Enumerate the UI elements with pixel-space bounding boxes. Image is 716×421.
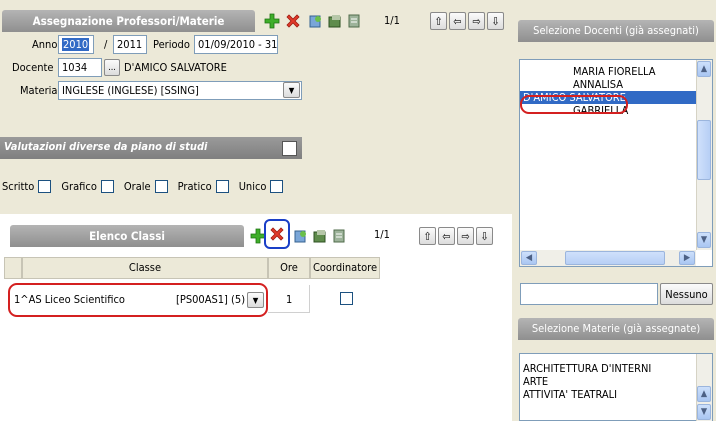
anno-separator: / (104, 38, 108, 51)
docenti-scroll-down-button[interactable]: ▼ (697, 232, 711, 248)
orale-checkbox[interactable] (154, 179, 168, 193)
ore-cell-border (268, 285, 310, 313)
docente-label: Docente (12, 61, 54, 74)
classi-nav-left-button[interactable]: ⇦ (438, 227, 455, 245)
docente-highlight (520, 95, 628, 114)
scritto-checkbox[interactable] (38, 179, 52, 193)
pratico-label: Pratico (177, 179, 212, 193)
docente-name: D'AMICO SALVATORE (124, 61, 227, 74)
col-classe-header[interactable]: Classe (22, 257, 268, 279)
stack-icon[interactable] (344, 11, 364, 31)
add-icon[interactable] (262, 11, 282, 31)
group-icon[interactable] (325, 11, 345, 31)
anno-from-value: 2010 (62, 38, 90, 51)
list-item[interactable]: MARIA FIORELLA (520, 65, 712, 78)
materie-scroll-down-button[interactable]: ▼ (697, 404, 711, 420)
list-item[interactable]: ARTE (520, 375, 712, 388)
docenti-scroll-up-button[interactable]: ▲ (697, 61, 711, 77)
checks-row: Scritto Grafico Orale Pratico Unico (0, 177, 300, 195)
pratico-checkbox[interactable] (215, 179, 229, 193)
docente-item-0-label: MARIA FIORELLA (573, 65, 656, 78)
classi-title: Elenco Classi (10, 225, 244, 247)
coordinatore-checkbox[interactable] (340, 292, 353, 305)
classi-delete-icon[interactable] (267, 224, 287, 244)
valutazioni-checkbox[interactable] (282, 141, 297, 156)
record-nav: 1/1 (384, 14, 400, 27)
list-item[interactable]: ATTIVITA' TEATRALI (520, 388, 712, 401)
delete-icon[interactable] (283, 11, 303, 31)
orale-label: Orale (123, 179, 151, 193)
docenti-hscroll-thumb[interactable] (565, 251, 665, 265)
grafico-checkbox[interactable] (100, 179, 114, 193)
classi-nav-right-button[interactable]: ⇨ (457, 227, 474, 245)
classi-nav-up-button[interactable]: ⇧ (419, 227, 436, 245)
assegnazione-title: Assegnazione Professori/Materie (2, 10, 255, 32)
docente-browse-button[interactable]: ... (104, 59, 120, 76)
grafico-label: Grafico (61, 179, 97, 193)
classi-nav-down-button[interactable]: ⇩ (476, 227, 493, 245)
docenti-filter-input[interactable] (520, 283, 658, 305)
docenti-scroll-thumb[interactable] (697, 120, 711, 180)
docenti-scroll-right-button[interactable]: ▶ (679, 251, 695, 265)
unico-label: Unico (238, 179, 267, 193)
nav-up-button[interactable]: ⇧ (430, 12, 447, 30)
materie-list[interactable]: ARCHITETTURA D'INTERNI ARTE ATTIVITA' TE… (519, 353, 713, 421)
list-item[interactable]: ARCHITETTURA D'INTERNI (520, 362, 712, 375)
materia-select[interactable]: INGLESE (INGLESE) [SSING] (58, 81, 302, 100)
unico-checkbox[interactable] (270, 179, 284, 193)
docenti-scroll-left-button[interactable]: ◀ (521, 251, 537, 265)
grid-corner (4, 257, 22, 279)
materie-title: Selezione Materie (già assegnate) (518, 318, 714, 340)
nav-left-button[interactable]: ⇦ (449, 12, 466, 30)
materia-label: Materia (20, 84, 58, 97)
materia-value: INGLESE (INGLESE) [SSING] (62, 84, 199, 97)
nav-down-button[interactable]: ⇩ (487, 12, 504, 30)
classi-copy-icon[interactable] (291, 226, 311, 246)
copy-people-icon[interactable] (306, 11, 326, 31)
periodo-field[interactable]: 01/09/2010 - 31/08/2011 (194, 35, 278, 54)
list-item[interactable]: ANNALISA (520, 78, 712, 91)
periodo-label: Periodo (153, 38, 190, 51)
col-ore-header[interactable]: Ore (268, 257, 310, 279)
docenti-title: Selezione Docenti (già assegnati) (518, 20, 714, 42)
col-coordinatore-header[interactable]: Coordinatore (310, 257, 380, 279)
materia-dropdown-button[interactable]: ▼ (283, 82, 300, 98)
classi-record-nav: 1/1 (374, 228, 390, 241)
nessuno-button[interactable]: Nessuno (660, 283, 713, 305)
materie-scroll-up-button[interactable]: ▲ (697, 386, 711, 402)
nav-right-button[interactable]: ⇨ (468, 12, 485, 30)
classi-stack-icon[interactable] (329, 226, 349, 246)
anno-label: Anno (32, 38, 58, 51)
docente-item-1-label: ANNALISA (573, 78, 624, 91)
classi-group-icon[interactable] (310, 226, 330, 246)
classe-highlight (8, 283, 268, 317)
anno-to-field[interactable]: 2011 (113, 35, 147, 54)
valutazioni-label: Valutazioni diverse da piano di studi (4, 140, 208, 153)
docente-code-field[interactable]: 1034 (58, 58, 102, 77)
scritto-label: Scritto (2, 179, 35, 193)
anno-from-field[interactable]: 2010 (58, 35, 94, 54)
docenti-list[interactable]: MARIA FIORELLA ANNALISA D'AMICO SALVATOR… (519, 59, 713, 267)
